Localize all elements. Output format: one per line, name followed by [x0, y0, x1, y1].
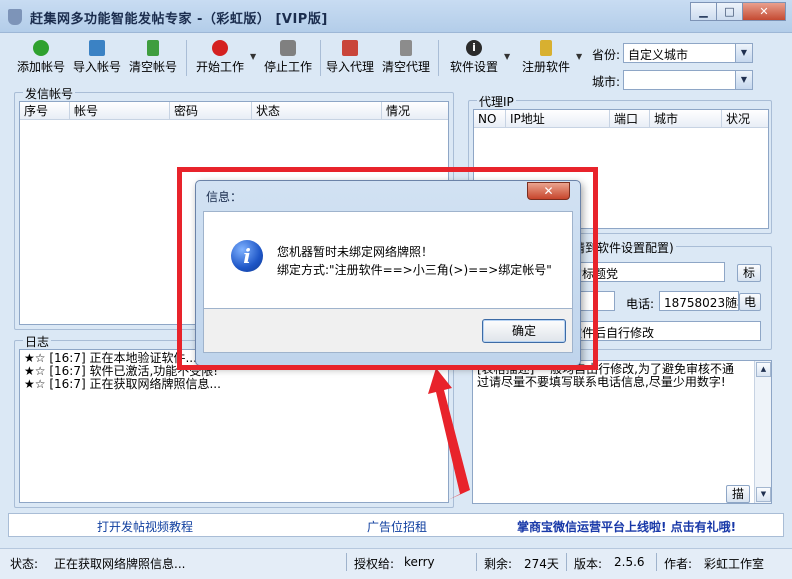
col-password[interactable]: 密码	[170, 102, 252, 120]
play-icon	[212, 40, 228, 56]
status-divider	[566, 553, 567, 571]
chevron-down-icon[interactable]: ▼	[735, 71, 752, 89]
col-condition[interactable]: 状况	[722, 110, 770, 128]
city-label: 城市:	[592, 75, 621, 89]
toolbar-divider	[438, 40, 439, 76]
scroll-down-icon[interactable]: ▼	[756, 487, 771, 502]
clear-proxy-button[interactable]: 清空代理	[380, 36, 432, 80]
chevron-down-icon[interactable]: ▼	[735, 44, 752, 62]
col-port[interactable]: 端口	[610, 110, 650, 128]
col-city[interactable]: 城市	[650, 110, 722, 128]
toolbar-divider	[320, 40, 321, 76]
software-settings-button[interactable]: i 软件设置	[446, 36, 502, 80]
log-line: ★☆ [16:7] 正在获取网络牌照信息...	[24, 377, 221, 391]
status-label: 状态:	[10, 557, 39, 571]
content-button[interactable]: 描	[726, 485, 750, 503]
accounts-group-title: 发信帐号	[23, 85, 76, 102]
col-no[interactable]: NO	[474, 110, 506, 128]
status-bar: 状态: 正在获取网络牌照信息... 授权给: kerry 剩余: 274天 版本…	[0, 548, 792, 579]
auth-label: 授权给:	[354, 557, 395, 571]
link-bar: 打开发帖视频教程 广告位招租 掌商宝微信运营平台上线啦! 点击有礼哦!	[8, 513, 784, 537]
scroll-up-icon[interactable]: ▲	[756, 362, 771, 377]
import-proxy-button[interactable]: 导入代理	[324, 36, 376, 80]
status-divider	[656, 553, 657, 571]
province-label: 省份:	[592, 48, 621, 62]
col-index[interactable]: 序号	[20, 102, 70, 120]
content-textarea[interactable]: [表格描述] 一般均自由行修改,为了避免审核不通过请尽量不要填写联系电话信息,尽…	[472, 360, 772, 504]
version-value: 2.5.6	[614, 555, 645, 569]
app-icon	[8, 9, 22, 25]
proxy-table-header: NO IP地址 端口 城市 状况	[474, 110, 768, 128]
status-divider	[346, 553, 347, 571]
key-icon	[540, 40, 552, 56]
remain-label: 剩余:	[484, 557, 513, 571]
add-account-button[interactable]: 添加帐号	[16, 36, 66, 80]
trash-icon	[147, 40, 159, 56]
highlight-frame	[177, 167, 598, 370]
title-bar: 赶集网多功能智能发帖专家 -（彩虹版） [VIP版] ▁ □ ✕	[0, 0, 792, 33]
phone-value: 18758023	[664, 296, 726, 310]
import-icon	[89, 40, 105, 56]
phone-button[interactable]: 电	[739, 293, 761, 311]
author-value: 彩虹工作室	[704, 557, 765, 571]
city-select[interactable]: ▼	[623, 70, 753, 90]
auth-value: kerry	[404, 555, 435, 569]
author-label: 作者:	[664, 557, 693, 571]
col-situation[interactable]: 情况	[382, 102, 450, 120]
log-box[interactable]: ★☆ [16:7] 正在本地验证软件... ★☆ [16:7] 软件已激活,功能…	[19, 349, 449, 503]
import-proxy-icon	[342, 40, 358, 56]
import-account-button[interactable]: 导入帐号	[72, 36, 122, 80]
topic-button[interactable]: 标	[737, 264, 761, 282]
status-divider	[476, 553, 477, 571]
stop-icon	[280, 40, 296, 56]
province-value: 自定义城市	[628, 48, 689, 62]
accounts-table-header: 序号 帐号 密码 状态 情况	[20, 102, 448, 120]
phone-random: 随机	[725, 296, 738, 310]
col-status[interactable]: 状态	[252, 102, 382, 120]
trash-icon	[400, 40, 412, 56]
version-label: 版本:	[574, 557, 603, 571]
close-button[interactable]: ✕	[742, 2, 786, 21]
video-tutorial-link[interactable]: 打开发帖视频教程	[97, 518, 193, 535]
col-ip[interactable]: IP地址	[506, 110, 610, 128]
phone-label: 电话:	[626, 297, 655, 311]
maximize-button[interactable]: □	[716, 2, 743, 21]
status-value: 正在获取网络牌照信息...	[54, 557, 186, 571]
promo-link[interactable]: 掌商宝微信运营平台上线啦! 点击有礼哦!	[517, 518, 736, 535]
stop-work-button[interactable]: 停止工作	[262, 36, 314, 80]
minimize-button[interactable]: ▁	[690, 2, 717, 21]
remain-value: 274天	[524, 557, 559, 571]
register-dropdown-icon[interactable]: ▼	[576, 52, 582, 61]
proxy-group-title: 代理IP	[477, 93, 516, 110]
window-title: 赶集网多功能智能发帖专家 -（彩虹版） [VIP版]	[30, 12, 328, 27]
content-scrollbar[interactable]: ▲ ▼	[754, 361, 771, 503]
start-work-button[interactable]: 开始工作	[194, 36, 246, 80]
ad-link[interactable]: 广告位招租	[367, 518, 427, 535]
province-select[interactable]: 自定义城市 ▼	[623, 43, 753, 63]
phone-input[interactable]: 18758023随机	[659, 291, 739, 311]
clear-account-button[interactable]: 清空帐号	[128, 36, 178, 80]
info-icon: i	[466, 40, 482, 56]
plus-icon	[33, 40, 49, 56]
col-account[interactable]: 帐号	[70, 102, 170, 120]
toolbar-divider	[186, 40, 187, 76]
log-group-title: 日志	[23, 333, 52, 350]
settings-dropdown-icon[interactable]: ▼	[504, 52, 510, 61]
register-software-button[interactable]: 注册软件	[518, 36, 574, 80]
start-work-dropdown-icon[interactable]: ▼	[250, 52, 256, 61]
